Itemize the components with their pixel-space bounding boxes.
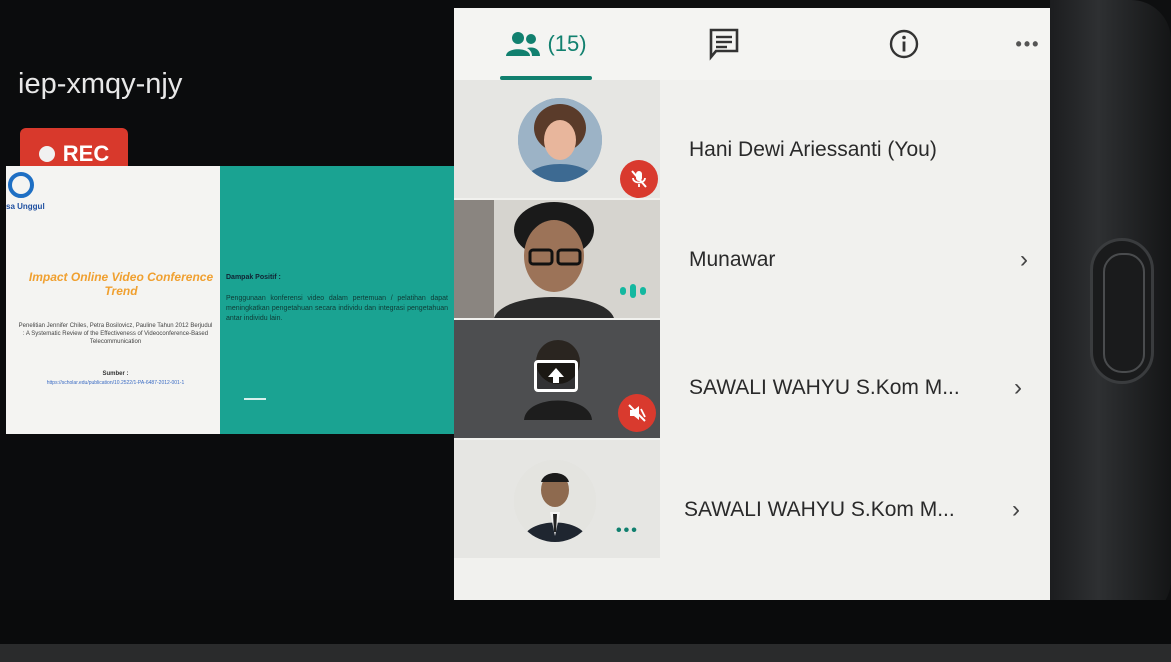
panel-tabs: (15) ••• — [454, 8, 1066, 80]
chevron-right-icon[interactable]: › — [1020, 246, 1028, 274]
screen: iep-xmqy-njy REC sa Unggul Impact Online… — [0, 0, 1171, 662]
recording-label: REC — [62, 141, 110, 166]
participant-thumbnail — [454, 200, 660, 318]
bottom-bezel — [0, 600, 1171, 662]
avatar-photo — [514, 460, 596, 542]
record-dot-icon — [38, 146, 55, 162]
slide-source-link: https://scholar.edu/publication/10.2522/… — [46, 380, 185, 386]
slide-right-pane: Dampak Positif : Penggunaan konferensi v… — [220, 166, 454, 434]
presentation-slide: sa Unggul Impact Online Video Conference… — [6, 166, 454, 434]
participant-name: SAWALI WAHYU S.Kom M... — [684, 498, 955, 521]
slide-text: Penggunaan konferensi video dalam pertem… — [226, 295, 448, 322]
avatar — [514, 460, 596, 542]
participant-thumbnail: ••• — [454, 440, 660, 558]
participant-video — [454, 200, 660, 318]
participant-row[interactable]: Hani Dewi Ariessanti (You) — [454, 80, 1066, 198]
device-side-button — [1090, 238, 1154, 384]
tab-people[interactable]: (15) — [498, 8, 594, 80]
participant-name: Hani Dewi Ariessanti (You) — [689, 138, 937, 161]
participant-row[interactable]: ••• SAWALI WAHYU S.Kom M... › — [454, 440, 1066, 558]
people-icon — [506, 32, 541, 56]
tab-info[interactable] — [884, 8, 924, 80]
tab-chat[interactable] — [704, 8, 744, 80]
slide-source-label: Sumber : — [102, 371, 129, 377]
info-icon — [889, 29, 919, 59]
participant-name: Munawar — [689, 248, 776, 271]
participant-row[interactable]: SAWALI WAHYU S.Kom M... › — [454, 320, 1066, 438]
chevron-right-icon[interactable]: › — [1014, 374, 1022, 402]
slide-divider — [244, 398, 266, 400]
slide-title: Impact Online Video Conference Trend — [28, 270, 214, 298]
participant-row[interactable]: Munawar › — [454, 200, 1066, 318]
chat-icon — [709, 28, 739, 61]
slide-heading: Dampak Positif : — [226, 274, 281, 281]
avatar — [518, 98, 602, 182]
more-options-icon[interactable]: ••• — [1008, 8, 1048, 80]
participants-panel: (15) ••• Hani Dewi Ariessanti (You) Muna… — [454, 8, 1066, 604]
speaker-muted-icon — [618, 394, 656, 432]
avatar-photo — [518, 98, 602, 182]
people-count: (15) — [547, 31, 587, 56]
participant-thumbnail — [454, 80, 660, 198]
speaking-indicator-icon — [620, 284, 646, 298]
more-icon: ••• — [616, 522, 639, 539]
screen-share-icon — [534, 360, 578, 392]
university-logo-icon — [8, 172, 34, 198]
participant-name: SAWALI WAHYU S.Kom M... — [689, 376, 960, 399]
slide-left-pane: sa Unggul Impact Online Video Conference… — [6, 166, 220, 434]
meeting-code: iep-xmqy-njy — [18, 68, 183, 100]
slide-logo-text: sa Unggul — [6, 202, 45, 211]
mic-off-icon — [620, 160, 658, 198]
slide-body: Penelitian Jennifer Chiles, Petra Bosilo… — [18, 323, 213, 345]
chevron-right-icon[interactable]: › — [1012, 496, 1020, 524]
participant-thumbnail — [454, 320, 660, 438]
